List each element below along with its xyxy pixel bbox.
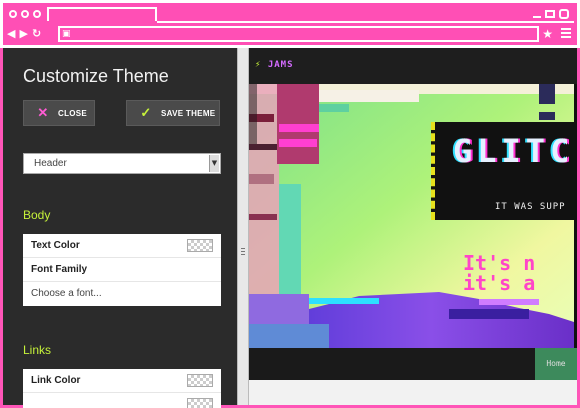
preview-content-area: [249, 380, 577, 405]
address-bar[interactable]: ▣: [58, 26, 539, 42]
minimize-dot-icon[interactable]: [21, 10, 29, 18]
link-color-swatch[interactable]: [187, 374, 213, 387]
close-button[interactable]: ✕ CLOSE: [23, 100, 95, 126]
links-heading: Links: [23, 343, 52, 357]
browser-chrome: ◀ ▶ ↻ ▣ ★: [0, 0, 580, 48]
site-logo[interactable]: ⚡ JAMS: [255, 60, 294, 70]
font-family-row: Font Family: [23, 258, 221, 282]
menu-icon[interactable]: [561, 28, 571, 40]
text-color-row: Text Color: [23, 234, 221, 258]
preview-headline: It's n it's a: [463, 253, 535, 293]
maximize-dot-icon[interactable]: [33, 10, 41, 18]
logo-text: JAMS: [267, 60, 294, 70]
hero-tagline: IT WAS SUPP: [495, 202, 566, 212]
resize-handle[interactable]: [237, 48, 249, 405]
links-settings-card: Link Color: [23, 369, 221, 408]
font-placeholder: Choose a font...: [31, 288, 102, 299]
main-area: Customize Theme ✕ CLOSE ✓ SAVE THEME Hea…: [3, 48, 577, 408]
navigation-bar: ◀ ▶ ↻ ▣ ★: [3, 24, 577, 44]
nav-home-link[interactable]: Home: [535, 348, 577, 380]
title-bar: [3, 3, 577, 25]
link-hover-color-swatch[interactable]: [187, 398, 213, 408]
hero-title: GLITC: [453, 132, 575, 170]
text-color-label: Text Color: [31, 240, 80, 251]
close-window-icon[interactable]: [559, 9, 569, 19]
maximize-icon[interactable]: [545, 10, 555, 18]
close-icon: ✕: [37, 105, 49, 120]
save-theme-button[interactable]: ✓ SAVE THEME: [126, 100, 220, 126]
forward-icon[interactable]: ▶: [19, 27, 27, 41]
nav-buttons: ◀ ▶ ↻: [7, 27, 41, 41]
customize-panel: Customize Theme ✕ CLOSE ✓ SAVE THEME Hea…: [3, 48, 237, 408]
section-select-value: Header: [34, 158, 67, 169]
close-dot-icon[interactable]: [9, 10, 17, 18]
section-select[interactable]: Header ▼: [23, 153, 221, 174]
hero-banner: GLITC IT WAS SUPP: [431, 122, 577, 220]
tab-divider: [157, 21, 574, 23]
browser-tab[interactable]: [47, 7, 157, 21]
close-button-label: CLOSE: [58, 108, 88, 118]
checkmark-icon: ✓: [140, 105, 152, 120]
panel-title: Customize Theme: [23, 66, 169, 86]
link-color-row: Link Color: [23, 369, 221, 393]
headline-line-1: It's n: [463, 251, 536, 275]
font-picker[interactable]: Choose a font...: [23, 282, 221, 306]
back-icon[interactable]: ◀: [7, 27, 15, 41]
headline-line-2: it's a: [463, 271, 536, 295]
link-row-partial: [23, 393, 221, 408]
star-icon[interactable]: ★: [542, 27, 553, 41]
link-color-label: Link Color: [31, 375, 81, 386]
text-color-swatch[interactable]: [187, 239, 213, 252]
window-controls: [533, 9, 569, 19]
font-family-label: Font Family: [31, 264, 88, 275]
body-settings-card: Text Color Font Family Choose a font...: [23, 234, 221, 306]
grip-icon: [241, 248, 245, 257]
bolt-icon: ⚡: [255, 60, 262, 70]
preview-nav: Home: [249, 348, 577, 380]
preview-header: ⚡ JAMS: [249, 48, 577, 84]
lock-icon: ▣: [62, 29, 71, 39]
theme-preview: ⚡ JAMS GLITC IT WAS SUPP It's n it's a H…: [249, 48, 577, 405]
minimize-icon[interactable]: [533, 16, 541, 18]
save-button-label: SAVE THEME: [161, 108, 216, 118]
chevron-down-icon[interactable]: ▼: [209, 155, 219, 172]
body-heading: Body: [23, 208, 51, 222]
reload-icon[interactable]: ↻: [32, 27, 41, 41]
window-dots: [9, 10, 41, 18]
